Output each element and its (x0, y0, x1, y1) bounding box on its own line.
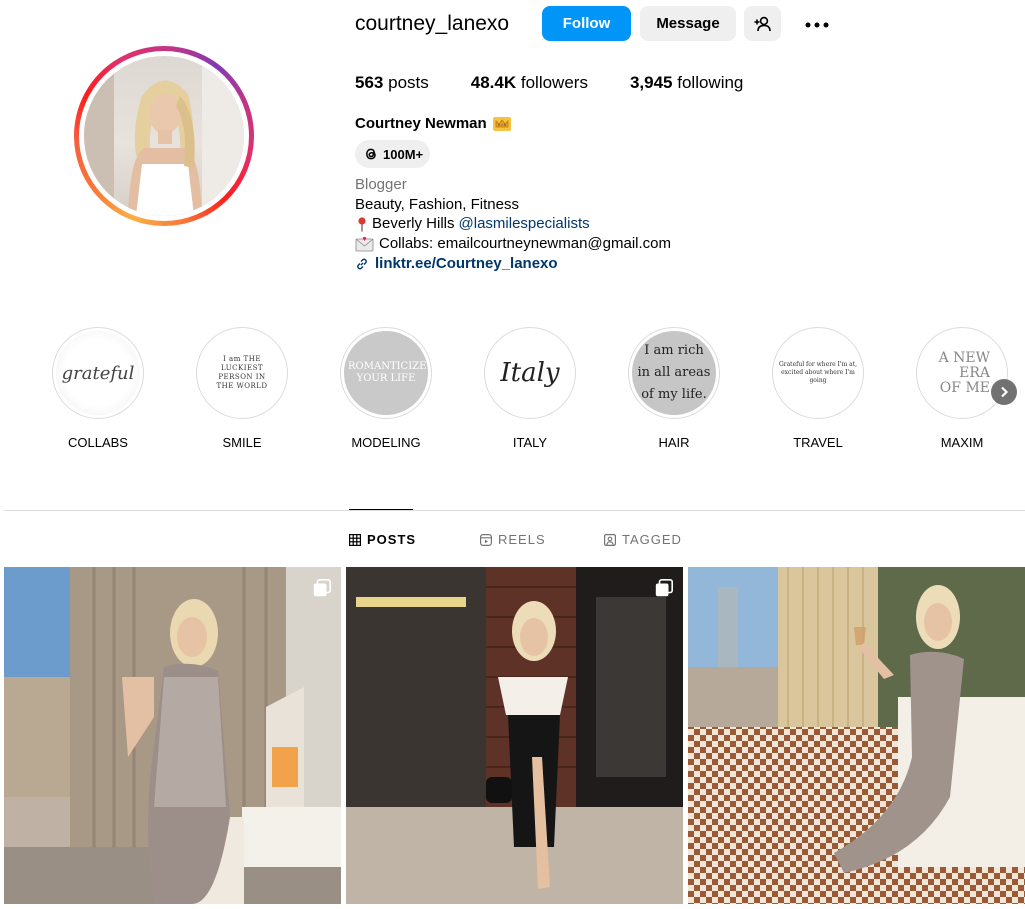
followers-stat[interactable]: 48.4K followers (471, 73, 588, 93)
profile-stats: 563 posts 48.4K followers 3,945 followin… (355, 73, 785, 93)
highlight-label: COLLABS (68, 435, 128, 450)
grid-icon (349, 533, 361, 546)
highlight-cover: I am THE LUCKIEST PERSON IN THE WORLD (196, 327, 288, 419)
highlight-cover-text: grateful (61, 362, 135, 384)
envelope-icon (355, 236, 374, 252)
highlights-next-button[interactable] (991, 379, 1017, 405)
reels-icon (480, 533, 492, 546)
category-label: Blogger (355, 176, 407, 193)
carousel-icon (655, 579, 673, 597)
threads-icon (366, 148, 376, 160)
more-options-button[interactable] (798, 10, 829, 38)
tab-tagged[interactable]: TAGGED (604, 532, 682, 547)
post-thumbnail[interactable] (4, 567, 341, 904)
highlight-label: TRAVEL (793, 435, 843, 450)
posts-stat: 563 posts (355, 73, 429, 93)
highlight-travel[interactable]: Grateful for where I'm at, excited about… (771, 327, 865, 450)
external-link[interactable]: linktr.ee/Courtney_lanexo (375, 254, 558, 274)
bio-location-line: Beverly Hills @lasmilespecialists (355, 214, 590, 234)
crown-icon (492, 116, 511, 131)
highlight-cover: Grateful for where I'm at, excited about… (772, 327, 864, 419)
tab-posts[interactable]: POSTS (349, 532, 416, 547)
threads-count: 100M+ (383, 146, 424, 162)
highlight-label: SMILE (222, 435, 262, 450)
full-name-text: Courtney Newman (355, 115, 487, 132)
highlight-cover: I am rich in all areas of my life. (628, 327, 720, 419)
pin-icon (358, 217, 366, 232)
bio-location-text: Beverly Hills (372, 215, 455, 232)
more-icon (805, 22, 829, 27)
highlight-collabs[interactable]: grateful COLLABS (51, 327, 145, 450)
mention-link[interactable]: @lasmilespecialists (459, 214, 590, 234)
full-name: Courtney Newman (355, 115, 511, 132)
post-image (688, 567, 1025, 904)
bio-line: Beauty, Fashion, Fitness (355, 196, 519, 213)
tabs-divider (4, 510, 1025, 511)
tab-label: TAGGED (622, 532, 682, 547)
post-image (346, 567, 683, 904)
highlight-cover-text: I am rich in all areas of my life. (637, 343, 711, 402)
profile-avatar[interactable] (74, 46, 254, 226)
threads-badge[interactable]: 100M+ (355, 140, 430, 168)
highlight-label: MAXIM (940, 435, 984, 450)
chevron-right-icon (1001, 386, 1009, 398)
tab-label: POSTS (367, 532, 417, 547)
similar-accounts-button[interactable] (744, 6, 781, 41)
highlight-smile[interactable]: I am THE LUCKIEST PERSON IN THE WORLD SM… (195, 327, 289, 450)
posts-count: 563 (355, 73, 384, 92)
post-thumbnail[interactable] (346, 567, 683, 904)
highlight-label: MODELING (351, 435, 421, 450)
highlight-cover: grateful (52, 327, 144, 419)
tagged-icon (604, 533, 616, 546)
active-tab-indicator (349, 509, 413, 510)
highlight-cover-text: I am THE LUCKIEST PERSON IN THE WORLD (216, 355, 268, 390)
highlight-cover-text: ROMANTICIZE YOUR LIFE (348, 361, 427, 384)
username: courtney_lanexo (355, 12, 510, 35)
highlight-modeling[interactable]: ROMANTICIZE YOUR LIFE MODELING (339, 327, 433, 450)
message-button[interactable]: Message (640, 6, 736, 41)
tab-reels[interactable]: REELS (480, 532, 546, 547)
following-label: following (677, 73, 744, 92)
following-stat[interactable]: 3,945 following (630, 73, 743, 93)
add-person-icon (754, 16, 771, 31)
post-thumbnail[interactable] (688, 567, 1025, 904)
highlight-cover-text: Italy (500, 358, 560, 388)
followers-count: 48.4K (470, 73, 517, 92)
highlight-cover: ROMANTICIZE YOUR LIFE (340, 327, 432, 419)
highlight-label: ITALY (512, 435, 548, 450)
avatar-photo (84, 56, 244, 216)
follow-button[interactable]: Follow (542, 6, 631, 41)
tab-label: REELS (498, 532, 546, 547)
highlight-hair[interactable]: I am rich in all areas of my life. HAIR (627, 327, 721, 450)
bio-collabs-text: Collabs: emailcourtneynewman@gmail.com (379, 235, 672, 252)
following-count: 3,945 (629, 73, 673, 92)
highlight-cover: A NEW ERA OF ME (916, 327, 1008, 419)
highlight-label: HAIR (658, 435, 690, 450)
bio-link-line: linktr.ee/Courtney_lanexo (355, 254, 558, 274)
highlight-cover-text: Grateful for where I'm at, excited about… (778, 361, 858, 384)
followers-label: followers (520, 73, 588, 92)
highlight-italy[interactable]: Italy ITALY (483, 327, 577, 450)
post-image (4, 567, 341, 904)
highlight-cover-text: A NEW ERA OF ME (938, 349, 990, 396)
highlight-cover: Italy (484, 327, 576, 419)
posts-label: posts (388, 73, 429, 92)
link-icon (357, 258, 367, 270)
bio-collabs-line: Collabs: emailcourtneynewman@gmail.com (355, 234, 671, 254)
carousel-icon (313, 579, 331, 597)
